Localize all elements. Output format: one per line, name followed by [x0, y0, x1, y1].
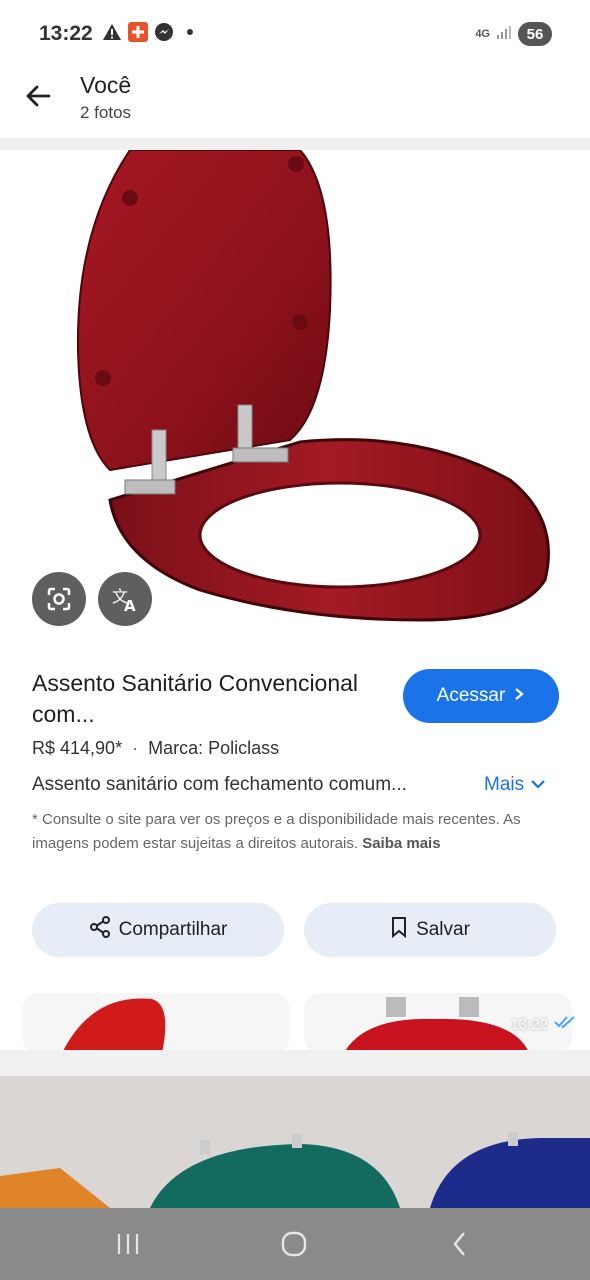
more-label: Mais [484, 774, 525, 795]
price-brand-line: R$ 414,90* · Marca: Policlass [32, 738, 280, 758]
messenger-icon [154, 22, 174, 42]
shared-photo-1[interactable]: 文A Assento Sanitário Convencional com...… [0, 150, 590, 1050]
status-time: 13:22 [39, 22, 93, 45]
save-button[interactable]: Salvar [304, 903, 556, 957]
notification-app-icon [128, 22, 148, 42]
signal-icon [496, 24, 512, 45]
chat-title: Você [80, 72, 132, 98]
battery-indicator: 56 [518, 22, 552, 46]
photo-2-image [0, 1076, 590, 1208]
network-type: 4G [475, 28, 490, 40]
access-button[interactable]: Acessar [403, 669, 559, 723]
recent-apps-icon[interactable] [108, 1226, 148, 1262]
warning-icon [102, 22, 122, 42]
share-button[interactable]: Compartilhar [32, 903, 284, 957]
access-button-label: Acessar [436, 685, 506, 706]
disclaimer-text: * Consulte o site para ver os preços e a… [32, 811, 521, 852]
double-check-icon [554, 1015, 576, 1033]
back-arrow-icon[interactable] [22, 80, 54, 112]
lens-search-icon[interactable] [32, 572, 86, 626]
share-icon [89, 916, 111, 944]
product-description: Assento sanitário com fechamento comum..… [32, 774, 407, 795]
svg-text:A: A [124, 597, 136, 613]
shared-photo-2[interactable] [0, 1076, 590, 1208]
app-bar: Você 2 fotos [0, 66, 590, 138]
more-button[interactable]: Mais [484, 774, 546, 796]
related-result-thumb[interactable] [22, 993, 290, 1050]
learn-more-link[interactable]: Saiba mais [362, 835, 440, 852]
message-timestamp: 13:22 [510, 1015, 576, 1033]
chevron-right-icon [513, 685, 525, 707]
status-icons [102, 22, 200, 42]
share-label: Compartilhar [118, 919, 228, 940]
product-title: Assento Sanitário Convencional com... [32, 670, 359, 727]
home-icon[interactable] [274, 1226, 314, 1262]
chevron-down-icon [530, 774, 546, 796]
back-nav-icon[interactable] [440, 1226, 480, 1262]
product-image [76, 150, 550, 622]
price-disclaimer: * Consulte o site para ver os preços e a… [32, 808, 532, 856]
product-brand: Marca: Policlass [148, 738, 280, 758]
chat-subtitle: 2 fotos [80, 103, 132, 122]
dot-icon [180, 22, 200, 42]
translate-icon[interactable]: 文A [98, 572, 152, 626]
save-label: Salvar [416, 919, 470, 940]
product-price: R$ 414,90* [32, 738, 123, 758]
status-bar: 13:22 4G 56 [0, 0, 590, 66]
system-navigation-bar [0, 1208, 590, 1280]
message-time: 13:22 [510, 1015, 548, 1033]
bookmark-icon [390, 916, 408, 944]
